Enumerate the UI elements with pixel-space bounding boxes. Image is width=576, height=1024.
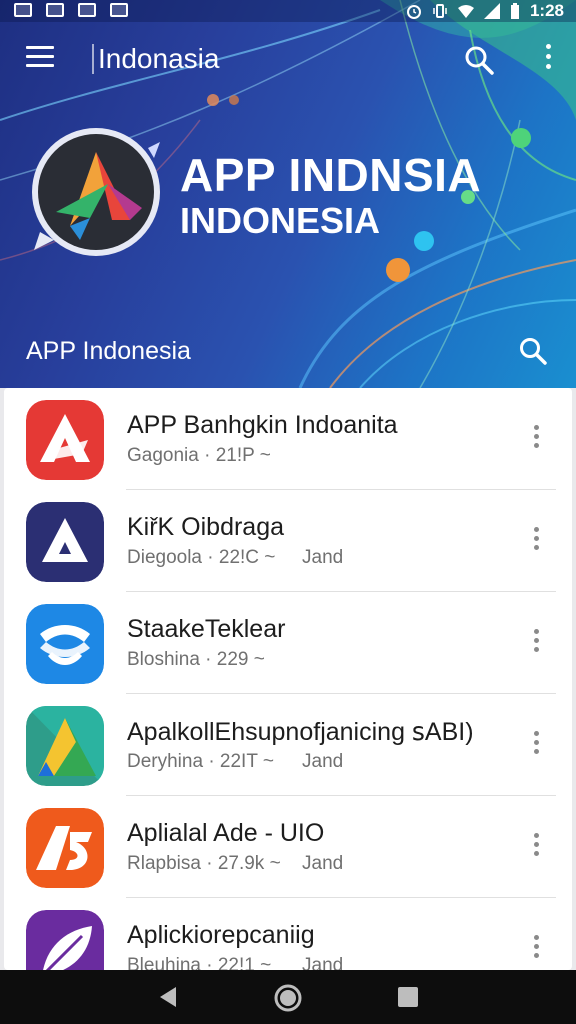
toolbar: Indonasia	[0, 30, 576, 86]
app-extra: Jand	[302, 751, 344, 772]
triangle-logo-icon	[26, 706, 104, 786]
status-time: 1:28	[529, 1, 564, 20]
navigation-bar	[0, 970, 576, 1024]
more-vert-icon[interactable]	[531, 629, 541, 657]
vibrate-icon	[433, 4, 447, 18]
app-meta: Bleuhina · 22!1 ~	[127, 955, 272, 970]
more-vert-icon[interactable]	[531, 527, 541, 555]
list-item[interactable]: KiřK Oibdraga Diegoola · 22!C ~ Jand	[4, 490, 572, 592]
red-a-logo-icon	[26, 400, 104, 480]
more-vert-icon[interactable]	[531, 935, 541, 963]
app-name: Aplialal Ade - UIO	[127, 819, 325, 847]
alarm-icon	[406, 5, 421, 19]
search-icon[interactable]	[518, 336, 548, 366]
hero-subtitle: INDONESIA	[180, 200, 381, 241]
home-icon[interactable]	[273, 983, 303, 1013]
app-name: StaakeTeklear	[127, 615, 286, 643]
notification-icon	[46, 3, 64, 17]
list-item[interactable]: Aplialal Ade - UIO Rlapbisa · 27.9k ~ Ja…	[4, 796, 572, 898]
app-meta: Bloshina · 229 ~	[127, 649, 265, 670]
search-icon[interactable]	[463, 44, 495, 76]
app-meta: Rlapbisa · 27.9k ~	[127, 853, 281, 874]
hero-title: APP INDNSIA	[180, 149, 482, 201]
hero-banner: 1:28 Indonasia APP INDNSIA INDONESIA APP…	[0, 0, 576, 388]
more-options-icon[interactable]	[540, 44, 556, 74]
purple-leaf-logo-icon	[26, 910, 104, 970]
app-name: Aplickiorepcaniig	[127, 921, 315, 949]
blue-wave-logo-icon	[26, 604, 104, 684]
app-name: ApalkollEhsupnofjanicing ꜱABI)	[127, 718, 474, 746]
app-extra: Jand	[302, 547, 344, 568]
toolbar-divider	[92, 44, 94, 74]
more-vert-icon[interactable]	[531, 425, 541, 453]
app-meta: Gagonia · 21!P ~	[127, 445, 271, 466]
recent-apps-icon[interactable]	[398, 987, 418, 1007]
app-logo	[32, 128, 160, 256]
notification-icons	[14, 3, 128, 17]
hero-caption: APP Indonesia	[26, 337, 191, 365]
notification-icon	[78, 3, 96, 17]
app-meta: Diegoola · 22!C ~	[127, 547, 276, 568]
app-list: APP Banhgkin Indoanita Gagonia · 21!P ~ …	[4, 388, 572, 970]
app-extra: Jand	[302, 853, 344, 874]
list-item[interactable]: APP Banhgkin Indoanita Gagonia · 21!P ~	[4, 388, 572, 490]
navy-a-logo-icon	[26, 502, 104, 582]
notification-icon	[110, 3, 128, 17]
menu-icon[interactable]	[26, 46, 54, 68]
more-vert-icon[interactable]	[531, 731, 541, 759]
app-meta: Deryhina · 22IT ~	[127, 751, 274, 772]
back-icon[interactable]	[156, 985, 180, 1009]
list-item[interactable]: ApalkollEhsupnofjanicing ꜱABI) Deryhina …	[4, 694, 572, 796]
app-name: KiřK Oibdraga	[127, 513, 285, 541]
battery-icon	[510, 3, 519, 19]
notification-icon	[14, 3, 32, 17]
orange-as-logo-icon	[26, 808, 104, 888]
list-item[interactable]: Aplickiorepcaniig Bleuhina · 22!1 ~ Jand	[4, 898, 572, 970]
more-vert-icon[interactable]	[531, 833, 541, 861]
app-extra: Jand	[302, 955, 344, 970]
list-item[interactable]: StaakeTeklear Bloshina · 229 ~	[4, 592, 572, 694]
wifi-icon	[457, 5, 474, 18]
app-name: APP Banhgkin Indoanita	[127, 411, 398, 439]
toolbar-title: Indonasia	[98, 43, 220, 74]
signal-icon	[483, 3, 500, 19]
status-bar: 1:28	[0, 0, 576, 22]
